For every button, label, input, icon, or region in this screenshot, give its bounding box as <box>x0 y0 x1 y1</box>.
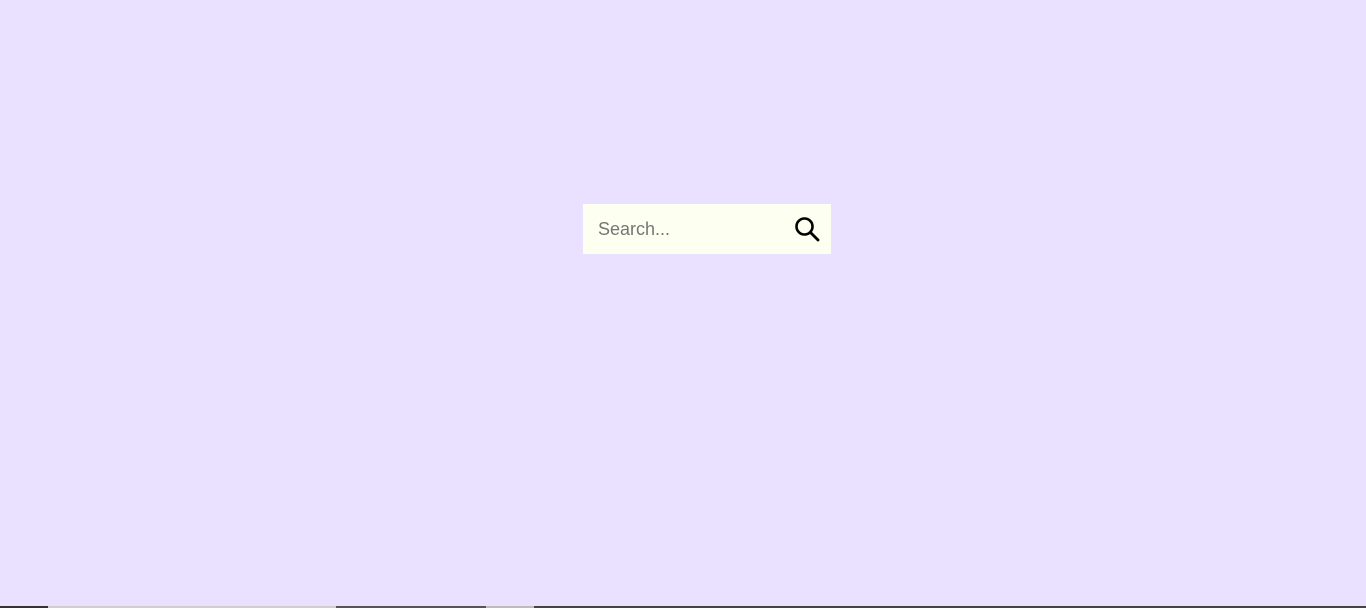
search-input[interactable] <box>583 204 783 254</box>
search-button[interactable] <box>791 213 823 245</box>
search-icon <box>795 217 820 242</box>
search-box <box>583 204 831 254</box>
